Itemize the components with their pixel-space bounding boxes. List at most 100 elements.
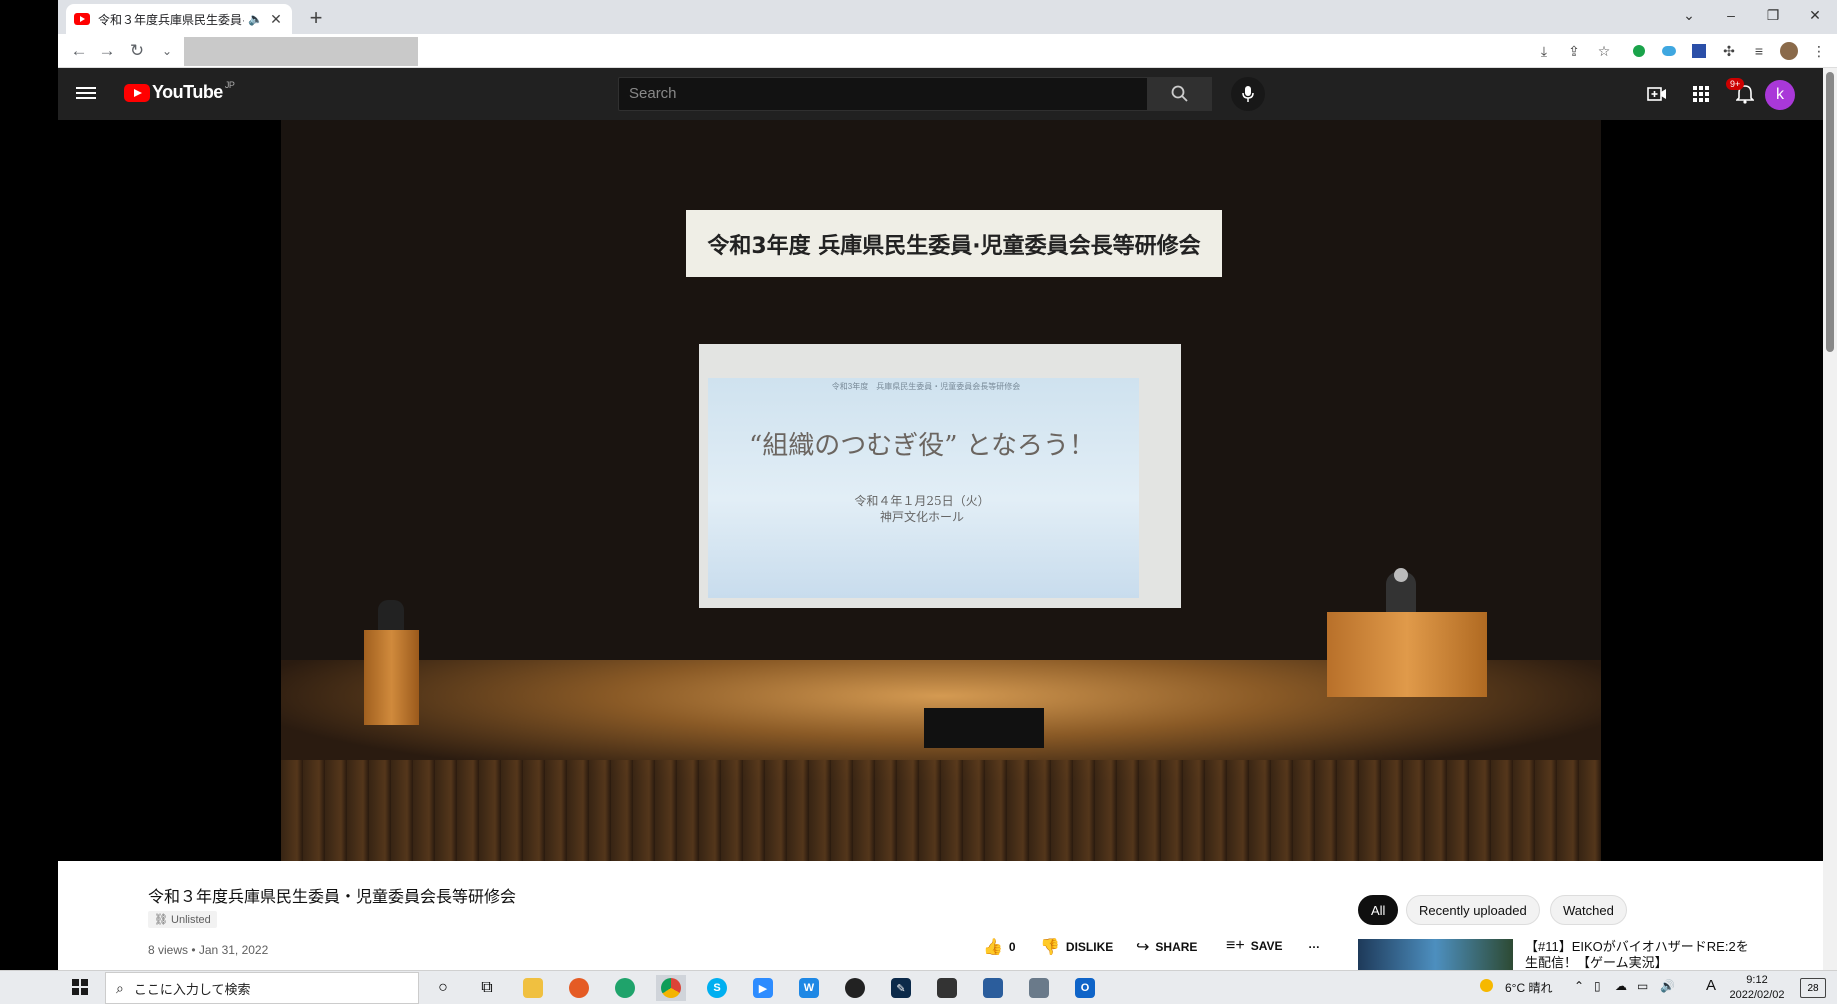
extension-cloud-icon[interactable] bbox=[1659, 41, 1679, 61]
edge-icon[interactable] bbox=[610, 975, 640, 1001]
tray-chevron-icon[interactable]: ⌃ bbox=[1574, 979, 1584, 993]
extension-green-icon[interactable] bbox=[1629, 41, 1649, 61]
dislike-button[interactable]: 👎 DISLIKE bbox=[1040, 937, 1113, 957]
terminal-icon[interactable] bbox=[932, 975, 962, 1001]
profile-avatar-icon[interactable] bbox=[1779, 41, 1799, 61]
stage-center-object bbox=[924, 708, 1044, 748]
screen-capture-icon[interactable] bbox=[978, 975, 1008, 1001]
right-podium bbox=[1327, 612, 1487, 697]
browser-menu-icon[interactable]: ⋮ bbox=[1809, 41, 1829, 61]
browser-toolbar: ← → ↻ ⌄ ⤓ ⇪ ☆ ✣ ≡ ⋮ bbox=[58, 34, 1837, 68]
audience-seats bbox=[281, 760, 1601, 861]
extension-blue-icon[interactable] bbox=[1689, 41, 1709, 61]
account-avatar[interactable]: k bbox=[1765, 80, 1795, 110]
tab-title: 令和３年度兵庫県民生委員· bbox=[98, 12, 244, 27]
video-title: 令和３年度兵庫県民生委員・児童委員会長等研修会 bbox=[148, 889, 517, 906]
share-button[interactable]: ↪ SHARE bbox=[1136, 937, 1197, 957]
close-window-button[interactable]: ✕ bbox=[1794, 0, 1836, 30]
save-button[interactable]: ≡+ SAVE bbox=[1226, 937, 1282, 955]
zoom-icon[interactable]: ▶ bbox=[748, 975, 778, 1001]
video-editor-icon[interactable]: ✎ bbox=[886, 975, 916, 1001]
video-info: 令和３年度兵庫県民生委員・児童委員会長等研修会 ⛓ Unlisted 8 vie… bbox=[58, 861, 1823, 971]
region-code: JP bbox=[224, 79, 235, 90]
search-input[interactable]: Search bbox=[618, 77, 1148, 111]
chip-recently-uploaded[interactable]: Recently uploaded bbox=[1406, 895, 1540, 925]
unlisted-badge: ⛓ Unlisted bbox=[148, 911, 217, 928]
action-center-icon[interactable]: 28 bbox=[1800, 978, 1826, 998]
thumbs-up-icon: 👍 bbox=[983, 939, 1003, 956]
mute-tab-icon[interactable]: 🔈 bbox=[248, 12, 264, 26]
search-icon bbox=[1171, 85, 1188, 102]
ime-indicator[interactable]: A bbox=[1706, 977, 1716, 994]
reload-icon[interactable]: ↻ bbox=[124, 38, 150, 64]
tray-device-icon[interactable]: ▯ bbox=[1594, 979, 1601, 993]
skype-icon[interactable]: S bbox=[702, 975, 732, 1001]
install-icon[interactable]: ⤓ bbox=[1534, 41, 1554, 61]
voice-search-button[interactable] bbox=[1231, 77, 1265, 111]
restore-button[interactable]: ❐ bbox=[1752, 0, 1794, 30]
like-count: 0 bbox=[1008, 940, 1016, 954]
taskbar-clock[interactable]: 9:12 2022/02/02 bbox=[1727, 973, 1787, 1003]
clock-date: 2022/02/02 bbox=[1729, 989, 1785, 1001]
network-icon[interactable]: ▭ bbox=[1637, 979, 1648, 993]
cortana-icon[interactable]: ○ bbox=[428, 975, 458, 1001]
chip-watched[interactable]: Watched bbox=[1550, 895, 1627, 925]
back-arrow-icon[interactable]: ← bbox=[66, 38, 92, 64]
youtube-logo[interactable]: YouTube JP bbox=[124, 79, 235, 103]
taskbar-search-placeholder: ここに入力して検索 bbox=[133, 981, 251, 997]
volume-icon[interactable]: 🔊 bbox=[1660, 979, 1675, 993]
playlist-add-icon: ≡+ bbox=[1226, 937, 1245, 954]
like-button[interactable]: 👍 0 bbox=[983, 937, 1016, 957]
address-bar[interactable] bbox=[184, 37, 418, 66]
windows-start-icon[interactable] bbox=[72, 979, 88, 995]
clock-time: 9:12 bbox=[1746, 974, 1768, 986]
microphone-icon bbox=[1242, 86, 1254, 102]
left-speaker bbox=[378, 600, 404, 632]
weather-text[interactable]: 6°C 晴れ bbox=[1505, 979, 1552, 996]
browser-tab[interactable]: 令和３年度兵庫県民生委員· 🔈 ✕ bbox=[66, 4, 292, 34]
youtube-logo-text: YouTube bbox=[152, 82, 223, 102]
left-podium bbox=[364, 630, 419, 725]
weather-sun-icon[interactable] bbox=[1480, 979, 1493, 995]
more-actions-button[interactable]: … bbox=[1308, 937, 1320, 951]
obs-icon[interactable] bbox=[840, 975, 870, 1001]
search-button[interactable] bbox=[1148, 77, 1212, 111]
task-view-icon[interactable]: ⧉ bbox=[472, 975, 502, 1001]
new-tab-button[interactable]: + bbox=[302, 4, 330, 32]
chip-all[interactable]: All bbox=[1358, 895, 1399, 925]
slide-title: “組織のつむぎ役” となろう！ bbox=[748, 431, 1096, 461]
slide-header: 令和3年度 兵庫県民生委員・児童委員会長等研修会 bbox=[831, 382, 1021, 391]
video-frame: 令和3年度 兵庫県民生委員·児童委員会長等研修会 令和3年度 兵庫県民生委員・児… bbox=[281, 120, 1601, 861]
chrome-icon[interactable] bbox=[656, 975, 686, 1001]
recommended-video-thumbnail[interactable] bbox=[1358, 939, 1513, 971]
taskbar-search-box[interactable]: ⌕ ここに入力して検索 bbox=[105, 972, 419, 1004]
file-explorer-icon[interactable] bbox=[518, 975, 548, 1001]
forward-arrow-icon[interactable]: → bbox=[94, 38, 120, 64]
search-icon: ⌕ bbox=[116, 979, 124, 996]
chevron-down-icon[interactable]: ⌄ bbox=[154, 38, 180, 64]
notification-count-badge: 9+ bbox=[1726, 78, 1745, 90]
share-page-icon[interactable]: ⇪ bbox=[1564, 41, 1584, 61]
outlook-icon[interactable]: O bbox=[1070, 975, 1100, 1001]
youtube-play-icon bbox=[124, 83, 150, 102]
dislike-label: DISLIKE bbox=[1065, 940, 1114, 954]
browser-tab-strip: 令和３年度兵庫県民生委員· 🔈 ✕ + ⌄ – ❐ ✕ bbox=[58, 0, 1837, 34]
bookmark-star-icon[interactable]: ☆ bbox=[1594, 41, 1614, 61]
video-player[interactable]: 令和3年度 兵庫県民生委員·児童委員会長等研修会 令和3年度 兵庫県民生委員・児… bbox=[58, 120, 1823, 861]
firefox-icon[interactable] bbox=[564, 975, 594, 1001]
recommended-video-title[interactable]: 【#11】EIKOがバイオハザードRE:2を生配信！【ゲーム実況】 bbox=[1525, 939, 1755, 971]
menu-hamburger-icon[interactable] bbox=[76, 84, 96, 104]
apps-grid-icon[interactable] bbox=[1689, 82, 1713, 106]
camera-icon[interactable] bbox=[1024, 975, 1054, 1001]
thumbs-down-icon: 👎 bbox=[1040, 939, 1060, 956]
windows-taskbar: ⌕ ここに入力して検索 ○ ⧉ S ▶ W ✎ O 6°C 晴れ ⌃ ▯ ☁ ▭… bbox=[0, 970, 1837, 1004]
reading-list-icon[interactable]: ≡ bbox=[1749, 41, 1769, 61]
scrollbar-thumb[interactable] bbox=[1826, 72, 1834, 352]
extensions-puzzle-icon[interactable]: ✣ bbox=[1719, 41, 1739, 61]
webex-icon[interactable]: W bbox=[794, 975, 824, 1001]
tab-close-icon[interactable]: ✕ bbox=[268, 11, 284, 28]
onedrive-icon[interactable]: ☁ bbox=[1615, 979, 1627, 993]
minimize-button[interactable]: – bbox=[1710, 0, 1752, 30]
create-video-icon[interactable] bbox=[1645, 82, 1669, 106]
tab-search-button[interactable]: ⌄ bbox=[1668, 0, 1710, 30]
